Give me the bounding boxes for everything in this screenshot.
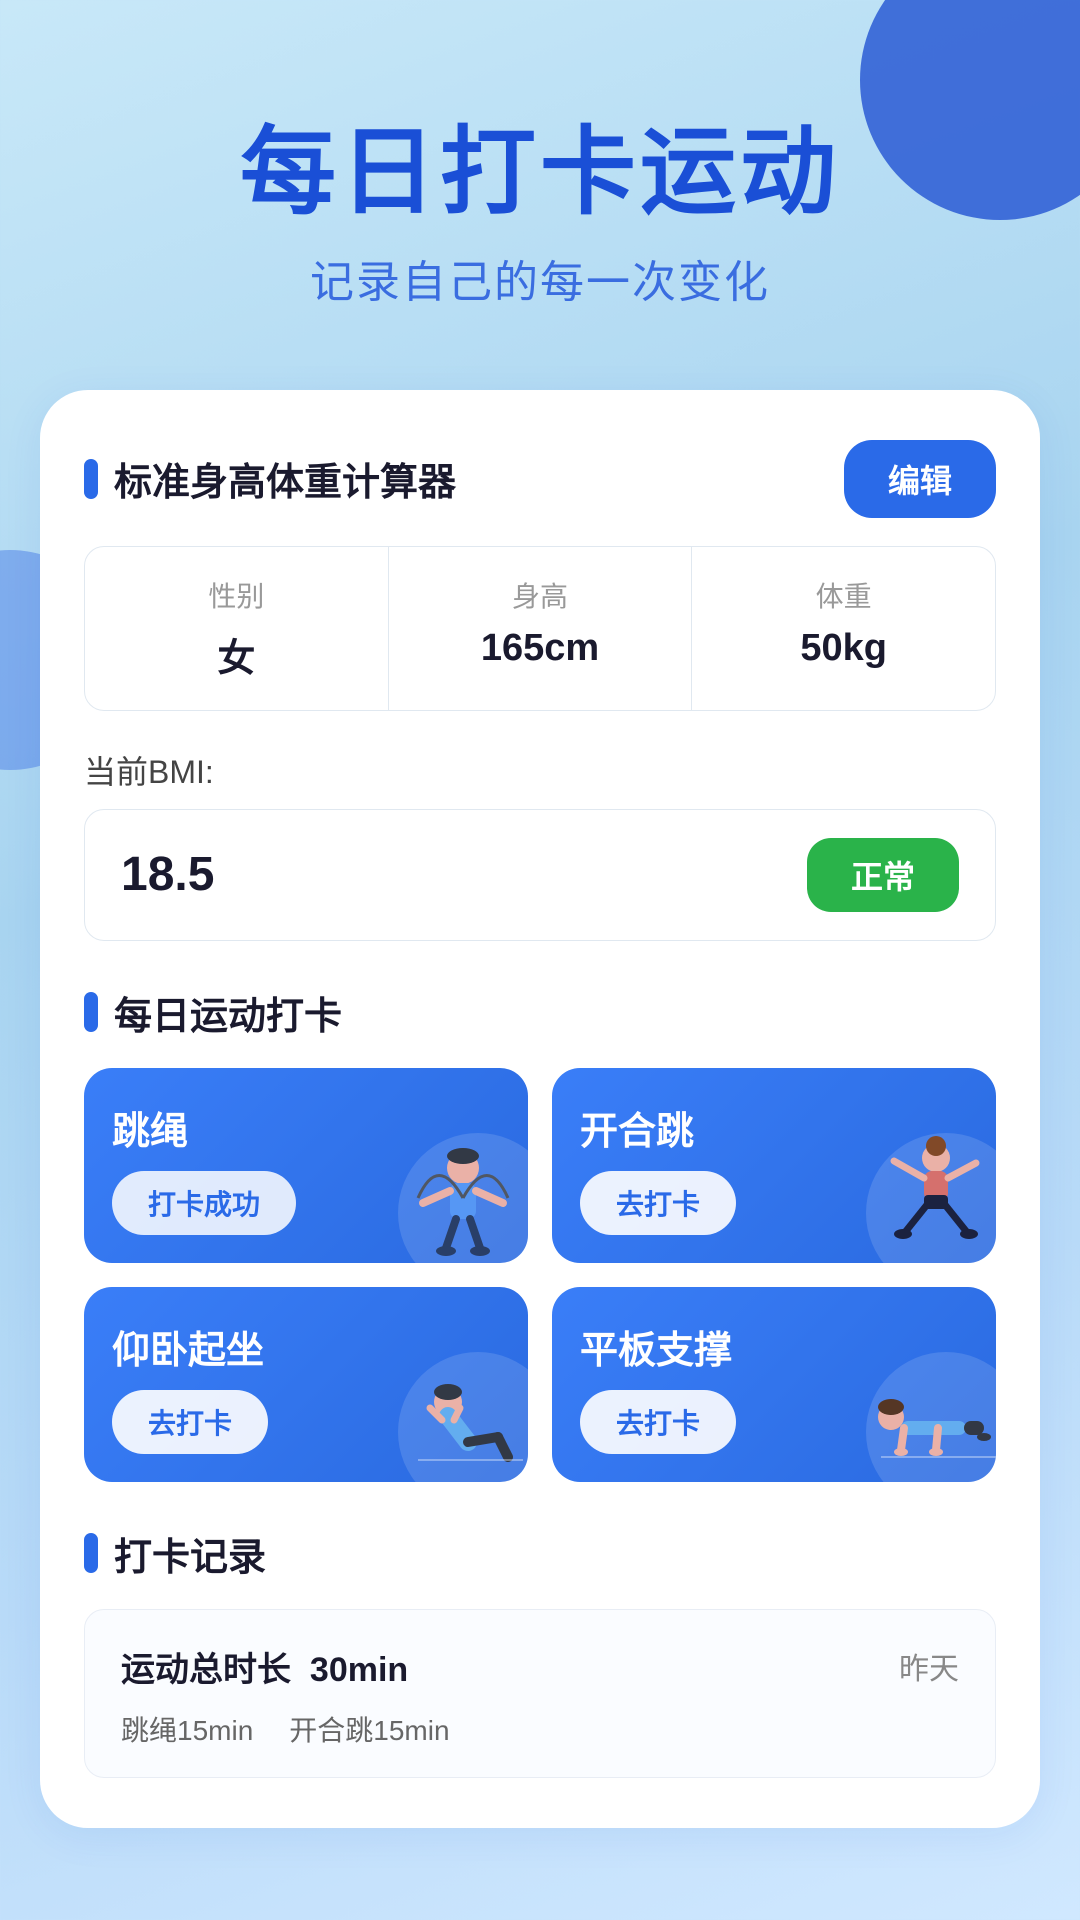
exercise-grid: 跳绳 打卡成功 [84,1068,996,1482]
header-section: 每日打卡运动 记录自己的每一次变化 [0,0,1080,370]
exercise-btn-jump-rope[interactable]: 打卡成功 [112,1171,296,1235]
stat-label-gender: 性别 [105,575,368,615]
bmi-box: 18.5 正常 [84,809,996,941]
exercise-card-sit-up[interactable]: 仰卧起坐 去打卡 [84,1287,528,1482]
bmi-status-badge: 正常 [807,838,959,912]
exercise-btn-jumping-jack[interactable]: 去打卡 [580,1171,736,1235]
exercise-title-jump-rope: 跳绳 [112,1100,500,1155]
stat-cell-height: 身高 165cm [389,547,693,710]
stat-value-weight: 50kg [712,627,975,670]
edit-button[interactable]: 编辑 [844,440,996,518]
bmi-section-header: 标准身高体重计算器 编辑 [84,440,996,518]
main-card: 标准身高体重计算器 编辑 性别 女 身高 165cm 体重 50kg 当前BMI… [40,390,1040,1828]
exercise-section-dot [84,992,98,1032]
stat-value-gender: 女 [105,627,368,682]
bmi-section-dot [84,459,98,499]
record-card: 运动总时长 30min 昨天 跳绳15min 开合跳15min [84,1609,996,1778]
bmi-value: 18.5 [121,847,214,902]
exercise-title-wrap: 每日运动打卡 [84,985,342,1040]
exercise-title-jumping-jack: 开合跳 [580,1100,968,1155]
exercise-title-sit-up: 仰卧起坐 [112,1319,500,1374]
stat-label-weight: 体重 [712,575,975,615]
record-date: 昨天 [899,1644,959,1688]
main-title: 每日打卡运动 [60,120,1020,226]
records-section-header: 打卡记录 [84,1526,996,1581]
exercise-card-jump-rope[interactable]: 跳绳 打卡成功 [84,1068,528,1263]
bmi-section-title: 标准身高体重计算器 [114,451,456,506]
exercise-title-plank: 平板支撑 [580,1319,968,1374]
record-total-value: 30min [310,1651,408,1689]
records-title-wrap: 打卡记录 [84,1526,266,1581]
stat-label-height: 身高 [409,575,672,615]
exercise-section-title: 每日运动打卡 [114,985,342,1040]
record-details: 跳绳15min 开合跳15min [121,1709,959,1749]
exercise-card-plank[interactable]: 平板支撑 去打卡 [552,1287,996,1482]
records-section-title: 打卡记录 [114,1526,266,1581]
record-header: 运动总时长 30min 昨天 [121,1642,959,1691]
records-section-dot [84,1533,98,1573]
record-total-label: 运动总时长 30min [121,1642,408,1691]
stat-value-height: 165cm [409,627,672,670]
exercise-card-jumping-jack[interactable]: 开合跳 去打卡 [552,1068,996,1263]
bmi-label: 当前BMI: [84,747,996,793]
stats-row: 性别 女 身高 165cm 体重 50kg [84,546,996,711]
sub-title: 记录自己的每一次变化 [60,246,1020,310]
exercise-btn-plank[interactable]: 去打卡 [580,1390,736,1454]
stat-cell-gender: 性别 女 [85,547,389,710]
exercise-section-header: 每日运动打卡 [84,985,996,1040]
exercise-btn-sit-up[interactable]: 去打卡 [112,1390,268,1454]
bmi-title-wrap: 标准身高体重计算器 [84,451,456,506]
record-detail-jump-rope: 跳绳15min [121,1709,253,1749]
record-detail-jumping-jack: 开合跳15min [289,1709,449,1749]
stat-cell-weight: 体重 50kg [692,547,995,710]
